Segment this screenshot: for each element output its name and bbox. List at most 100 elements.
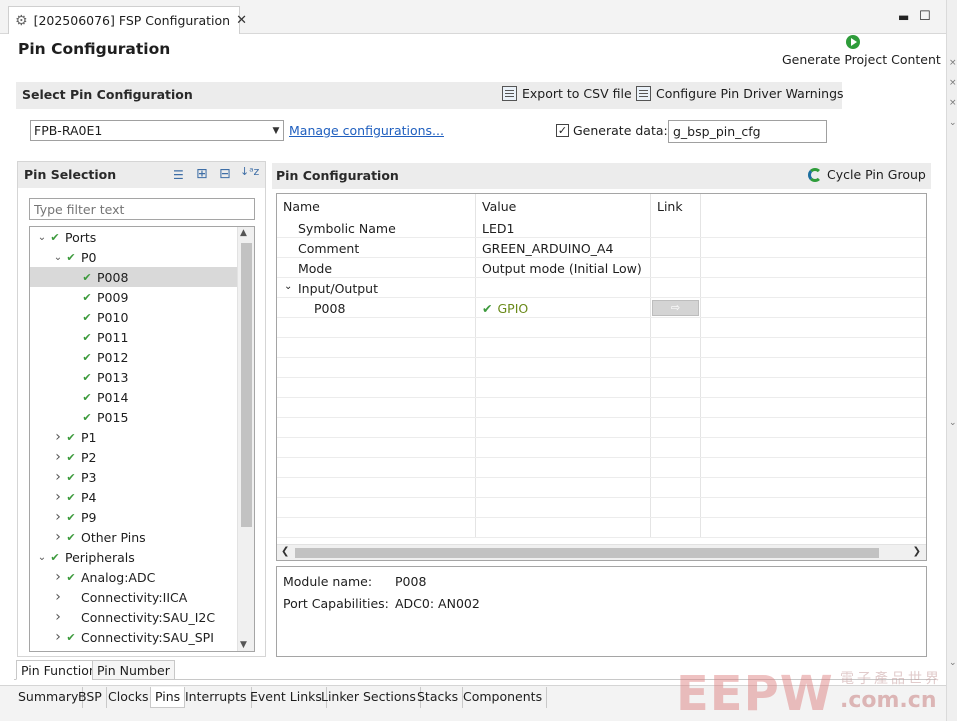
tree-item[interactable]: ✔ P015: [30, 407, 238, 427]
tab-components[interactable]: Components: [459, 687, 548, 708]
table-row[interactable]: ⌄ Input/Output: [277, 278, 926, 298]
column-header-link[interactable]: Link: [657, 199, 683, 214]
list-view-icon[interactable]: ☰: [173, 168, 184, 182]
chevron-down-icon[interactable]: ⌄: [36, 552, 48, 563]
tree-item[interactable]: › ✔ Other Pins: [30, 527, 238, 547]
tree-item[interactable]: › ✔ P1: [30, 427, 238, 447]
scroll-left-icon[interactable]: ❮: [281, 546, 289, 557]
table-row: [277, 338, 926, 358]
tree-item[interactable]: ⌄ ✔ P0: [30, 247, 238, 267]
column-header-name[interactable]: Name: [283, 199, 320, 214]
chevron-down-icon[interactable]: ⌄: [52, 252, 64, 263]
maximize-icon[interactable]: ☐: [919, 9, 931, 24]
tree-item[interactable]: › ✔ P4: [30, 487, 238, 507]
tree-item[interactable]: › ✔ Connectivity:SAU_SPI: [30, 627, 238, 647]
chevron-right-icon[interactable]: ›: [52, 609, 64, 625]
generate-project-content-button[interactable]: Generate Project Content: [782, 52, 941, 67]
table-row[interactable]: Symbolic Name LED1: [277, 218, 926, 238]
filter-input[interactable]: [29, 198, 255, 220]
tree-item[interactable]: ✔ P011: [30, 327, 238, 347]
row-value[interactable]: ✔ GPIO: [482, 301, 528, 316]
chevron-right-icon[interactable]: ›: [52, 509, 64, 525]
editor-tab-fsp-configuration[interactable]: ⚙ [202506076] FSP Configuration ✕: [8, 6, 247, 34]
chevron-right-icon[interactable]: ›: [52, 489, 64, 505]
configure-warnings-button[interactable]: Configure Pin Driver Warnings: [636, 86, 844, 101]
table-horizontal-scrollbar[interactable]: ❮ ❯: [277, 544, 926, 560]
export-csv-button[interactable]: Export to CSV file: [502, 86, 632, 101]
tree-item[interactable]: › Connectivity:IICA: [30, 587, 238, 607]
chevron-down-icon[interactable]: ⌄: [949, 658, 957, 668]
chevron-down-icon[interactable]: ▼: [269, 126, 283, 136]
chevron-right-icon[interactable]: ›: [52, 569, 64, 585]
tab-event-links[interactable]: Event Links: [246, 687, 327, 708]
tree-item[interactable]: ✔ P010: [30, 307, 238, 327]
row-value[interactable]: Output mode (Initial Low): [482, 261, 642, 276]
tab-pin-function[interactable]: Pin Function: [16, 660, 102, 680]
chevron-down-icon[interactable]: ⌄: [36, 232, 48, 243]
check-icon: ✔: [82, 410, 92, 424]
chevron-right-icon[interactable]: ›: [52, 529, 64, 545]
chevron-down-icon[interactable]: ⌄: [949, 418, 957, 428]
tab-pin-number[interactable]: Pin Number: [92, 660, 175, 680]
collapse-all-icon[interactable]: ⊟: [219, 166, 231, 182]
cycle-pin-group-button[interactable]: Cycle Pin Group: [808, 167, 926, 182]
check-icon: ✔: [66, 510, 76, 524]
tree-scrollbar[interactable]: ▲ ▼: [237, 227, 254, 651]
tab-interrupts[interactable]: Interrupts: [181, 687, 252, 708]
eepw-watermark-chinese: 電子產品世界: [840, 671, 942, 687]
generate-data-input[interactable]: g_bsp_pin_cfg: [668, 120, 827, 143]
check-icon: ✔: [66, 470, 76, 484]
link-arrow-button[interactable]: ⇨: [652, 300, 699, 316]
chevron-right-icon[interactable]: ×: [949, 78, 957, 88]
sort-alpha-icon[interactable]: ↓ᵃz: [240, 165, 259, 178]
scroll-right-icon[interactable]: ❯: [913, 546, 921, 557]
table-row[interactable]: Comment GREEN_ARDUINO_A4: [277, 238, 926, 258]
chevron-right-icon[interactable]: ›: [52, 449, 64, 465]
tree-item[interactable]: ✔ P012: [30, 347, 238, 367]
tree-item[interactable]: ✔ P009: [30, 287, 238, 307]
scroll-down-icon[interactable]: ▼: [240, 640, 247, 650]
tree-item[interactable]: ✔ P014: [30, 387, 238, 407]
tree-item[interactable]: › ✔ P2: [30, 447, 238, 467]
tab-stacks[interactable]: Stacks: [413, 687, 464, 708]
tree-item[interactable]: ✔ P008: [30, 267, 238, 287]
minimize-icon[interactable]: ▬: [898, 10, 909, 24]
tree-item[interactable]: ⌄ ✔ Ports: [30, 227, 238, 247]
scroll-up-icon[interactable]: ▲: [240, 228, 247, 238]
close-icon[interactable]: ✕: [236, 13, 247, 28]
chevron-right-icon[interactable]: ›: [52, 589, 64, 605]
tab-clocks[interactable]: Clocks: [104, 687, 154, 708]
manage-configurations-link[interactable]: Manage configurations...: [289, 123, 444, 138]
table-scroll-thumb[interactable]: [295, 548, 879, 558]
tree-scroll-thumb[interactable]: [241, 243, 252, 527]
chevron-right-icon[interactable]: ›: [52, 629, 64, 645]
tree-item[interactable]: ✔ P013: [30, 367, 238, 387]
chevron-down-icon[interactable]: ⌄: [949, 118, 957, 128]
tab-linker-sections[interactable]: Linker Sections: [317, 687, 421, 708]
row-value[interactable]: GREEN_ARDUINO_A4: [482, 241, 613, 256]
pin-selection-title: Pin Selection: [24, 167, 117, 182]
column-header-value[interactable]: Value: [482, 199, 516, 214]
table-row[interactable]: Mode Output mode (Initial Low): [277, 258, 926, 278]
chevron-right-icon[interactable]: ›: [52, 429, 64, 445]
select-pin-config-title: Select Pin Configuration: [22, 87, 193, 102]
check-icon: ✔: [82, 330, 92, 344]
tree-item[interactable]: › ✔ P3: [30, 467, 238, 487]
table-row[interactable]: P008 ✔ GPIO ⇨: [277, 298, 926, 318]
chevron-down-icon[interactable]: ⌄: [284, 281, 292, 292]
chevron-right-icon[interactable]: ›: [52, 469, 64, 485]
generate-data-checkbox[interactable]: ✓: [556, 124, 569, 137]
tree-item[interactable]: ⌄ ✔ Peripherals: [30, 547, 238, 567]
row-value[interactable]: LED1: [482, 221, 514, 236]
tab-summary[interactable]: Summary: [14, 687, 84, 708]
chevron-right-icon[interactable]: ×: [949, 98, 957, 108]
expand-all-icon[interactable]: ⊞: [196, 166, 208, 182]
run-icon[interactable]: [846, 35, 860, 49]
tab-bsp[interactable]: BSP: [74, 687, 107, 708]
pin-config-select[interactable]: FPB-RA0E1 ▼: [30, 120, 284, 141]
tree-item[interactable]: › Connectivity:SAU_I2C: [30, 607, 238, 627]
tab-pins[interactable]: Pins: [150, 687, 186, 708]
tree-item[interactable]: › ✔ P9: [30, 507, 238, 527]
chevron-right-icon[interactable]: ×: [949, 58, 957, 68]
tree-item[interactable]: › ✔ Analog:ADC: [30, 567, 238, 587]
